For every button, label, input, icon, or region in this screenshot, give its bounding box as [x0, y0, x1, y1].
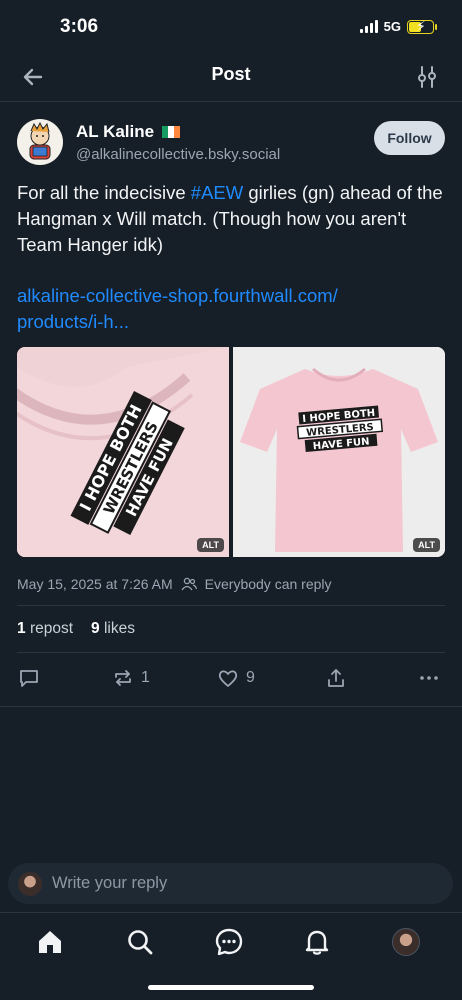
- more-options-button[interactable]: [418, 667, 440, 689]
- likes-count: 9: [91, 620, 100, 637]
- home-icon[interactable]: [35, 927, 65, 957]
- reply-placeholder: Write your reply: [52, 874, 168, 892]
- shirt-closeup-image: I HOPE BOTH WRESTLERS HAVE FUN: [17, 347, 229, 557]
- signal-icon: [359, 20, 378, 33]
- external-link[interactable]: alkaline-collective-shop.fourthwall.com/…: [17, 283, 447, 335]
- author-avatar[interactable]: [17, 119, 63, 165]
- ireland-flag-icon: [162, 126, 181, 138]
- repost-icon: [115, 670, 131, 686]
- author-name-row[interactable]: AL Kaline: [76, 122, 181, 142]
- bell-icon[interactable]: [302, 927, 332, 957]
- profile-avatar-tab[interactable]: [392, 928, 420, 956]
- reply-input[interactable]: Write your reply: [8, 863, 453, 904]
- chat-icon[interactable]: [214, 927, 244, 957]
- reposts-stat[interactable]: 1 repost: [17, 620, 73, 638]
- follow-button[interactable]: Follow: [374, 121, 445, 155]
- hashtag-link[interactable]: #AEW: [191, 182, 243, 203]
- page-title: Post: [211, 64, 251, 84]
- post-text-before: For all the indecisive: [17, 182, 191, 203]
- repost-button[interactable]: 1: [112, 667, 150, 689]
- share-icon: [328, 669, 344, 687]
- author-handle[interactable]: @alkalinecollective.bsky.social: [76, 146, 280, 163]
- author-name[interactable]: AL Kaline: [76, 122, 154, 142]
- divider: [17, 605, 445, 606]
- likes-label: likes: [103, 620, 135, 637]
- post-image-2[interactable]: I HOPE BOTH WRESTLERS HAVE FUN ALT: [233, 347, 445, 557]
- divider: [17, 652, 445, 653]
- link-line-1[interactable]: alkaline-collective-shop.fourthwall.com/: [17, 283, 447, 309]
- user-avatar: [18, 871, 42, 896]
- alt-badge[interactable]: ALT: [413, 538, 440, 552]
- action-row: 1 9: [0, 660, 462, 698]
- comment-button[interactable]: [18, 667, 40, 689]
- post-stats: 1 repost 9 likes: [17, 620, 135, 638]
- like-count: 9: [246, 669, 255, 686]
- heart-icon: [218, 670, 238, 687]
- share-button[interactable]: [325, 667, 347, 689]
- status-icons: 5G ⚡: [359, 18, 437, 34]
- tune-icon[interactable]: [414, 64, 440, 90]
- reply-setting: Everybody can reply: [204, 576, 332, 592]
- post-text: For all the indecisive #AEW girlies (gn)…: [17, 180, 447, 258]
- shirt-full-image: I HOPE BOTH WRESTLERS HAVE FUN: [233, 347, 445, 557]
- more-icon: [420, 676, 438, 680]
- post-timestamp[interactable]: May 15, 2025 at 7:26 AM: [17, 576, 173, 592]
- search-icon[interactable]: [125, 927, 155, 957]
- status-time: 3:06: [60, 16, 99, 37]
- repost-count: 1: [141, 669, 150, 686]
- home-indicator: [148, 985, 314, 990]
- divider: [0, 706, 462, 707]
- like-button[interactable]: 9: [217, 667, 255, 689]
- post-image-1[interactable]: I HOPE BOTH WRESTLERS HAVE FUN ALT: [17, 347, 229, 557]
- people-icon: [181, 577, 197, 591]
- status-bar: 3:06 5G ⚡: [0, 0, 462, 54]
- post-header: Post: [0, 54, 462, 102]
- link-line-2[interactable]: products/i-h...: [17, 309, 447, 335]
- reposts-count: 1: [17, 620, 26, 637]
- reposts-label: repost: [29, 620, 74, 637]
- comment-icon: [20, 670, 38, 687]
- alt-badge[interactable]: ALT: [197, 538, 224, 552]
- post-meta: May 15, 2025 at 7:26 AM Everybody can re…: [17, 576, 332, 592]
- network-type: 5G: [383, 19, 401, 34]
- likes-stat[interactable]: 9 likes: [91, 620, 135, 638]
- battery-icon: ⚡: [407, 18, 437, 34]
